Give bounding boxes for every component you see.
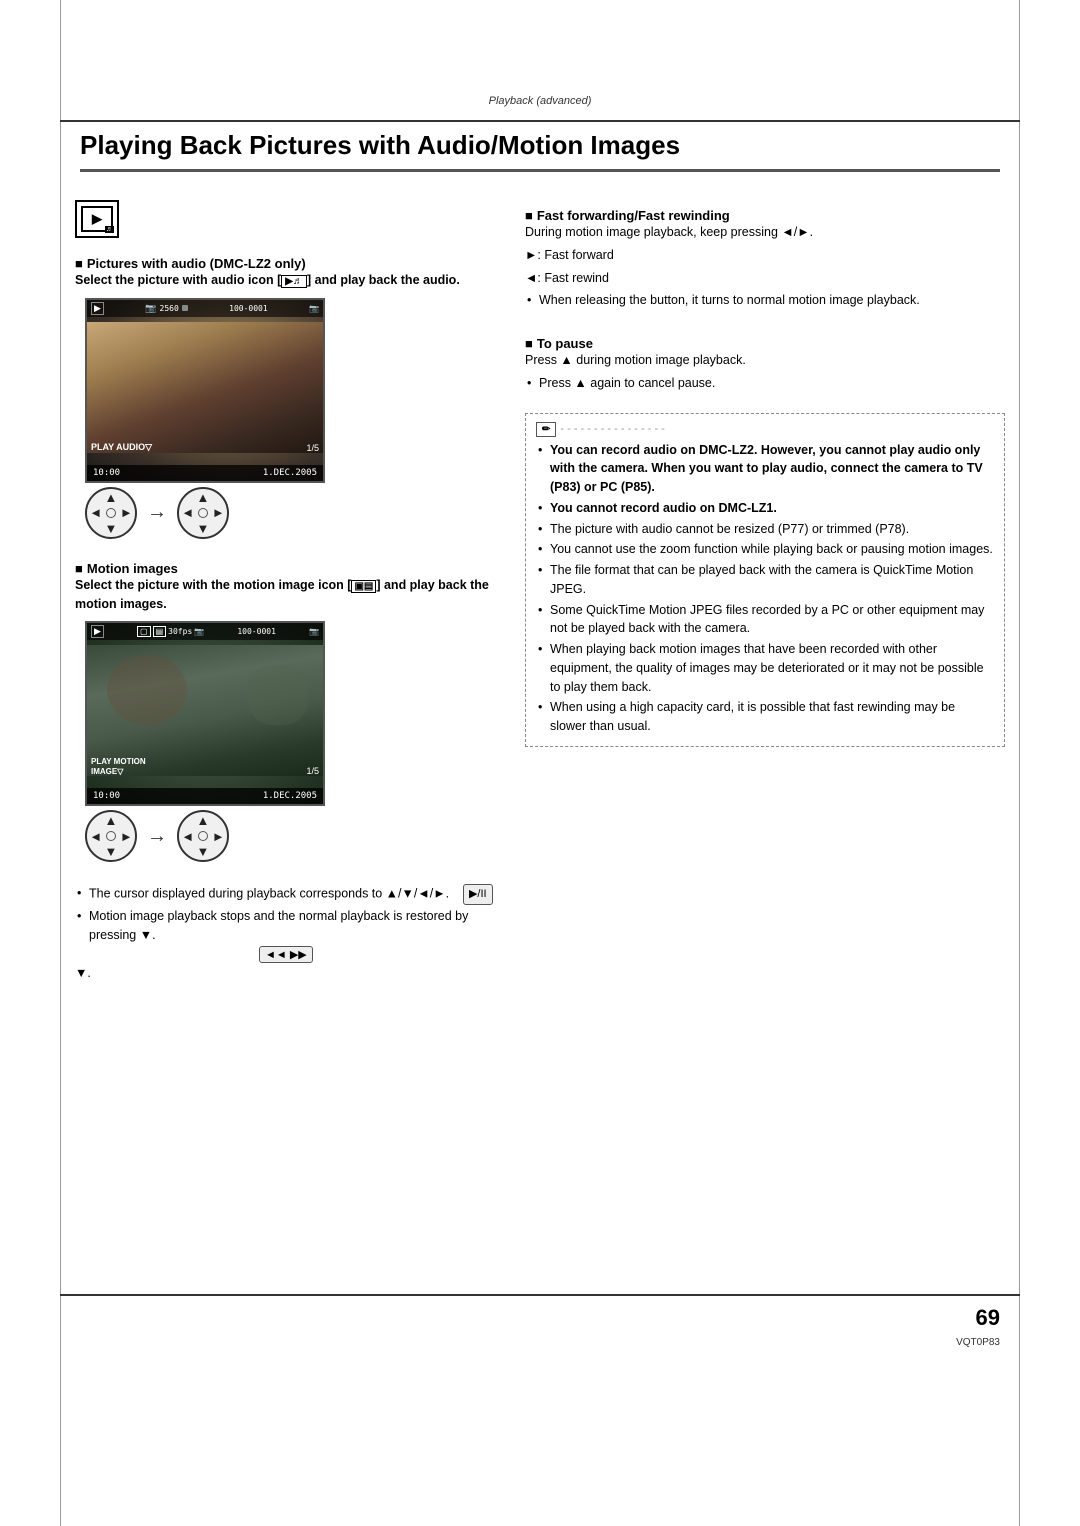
arrow-right-icon: → [147, 501, 167, 524]
motion-section-header: Motion images [75, 561, 495, 576]
cursor-note: The cursor displayed during playback cor… [75, 884, 495, 905]
ff-item-2: ◄: Fast rewind [525, 269, 1005, 288]
pause-notes: Press ▲ again to cancel pause. [525, 374, 1005, 393]
audio-camera-screen: ▶ 📷 2560 100-0001 📷 [85, 298, 325, 483]
audio-section-header: Pictures with audio (DMC-LZ2 only) [75, 256, 495, 271]
arrow-right-icon-2: → [147, 825, 167, 848]
audio-nav-circle-right[interactable]: ▲ ◄► ▼ [177, 487, 229, 539]
page-subtitle: Playback (advanced) [489, 95, 592, 107]
down-arrow-note: ◄◄ ▶▶ [89, 946, 495, 963]
motion-camera-screen: ▶ ▢ ▤ 30fps 📷 100-0001 📷 [85, 621, 325, 806]
audio-section: Pictures with audio (DMC-LZ2 only) Selec… [75, 256, 495, 539]
page-number: 69 [976, 1305, 1000, 1331]
motion-body-text: Select the picture with the motion image… [75, 576, 495, 614]
motion-stop-note: Motion image playback stops and the norm… [75, 907, 495, 945]
ff-notes: When releasing the button, it turns to n… [525, 291, 1005, 310]
note-item-2: You cannot record audio on DMC-LZ1. [536, 499, 994, 518]
product-code: VQT0P83 [956, 1337, 1000, 1348]
pause-section: To pause Press ▲ during motion image pla… [525, 328, 1005, 395]
note-item-8: When using a high capacity card, it is p… [536, 698, 994, 736]
audio-nav-buttons: ▲ ◄► ▼ → ▲ ◄► ▼ [85, 487, 495, 539]
ff-rw-icon: ◄◄ ▶▶ [259, 946, 313, 963]
bottom-rule [60, 1294, 1020, 1296]
note-list: You can record audio on DMC-LZ2. However… [536, 441, 994, 736]
pause-header: To pause [525, 336, 1005, 351]
note-item-6: Some QuickTime Motion JPEG files recorde… [536, 601, 994, 639]
ff-item-1: ►: Fast forward [525, 246, 1005, 265]
motion-section: Motion images Select the picture with th… [75, 561, 495, 863]
down-v-note: ▼. [75, 966, 495, 980]
motion-screen-bg: ▶ ▢ ▤ 30fps 📷 100-0001 📷 [87, 623, 323, 804]
left-notes: The cursor displayed during playback cor… [75, 884, 495, 980]
playback-ctrl-icon: ▶/II [463, 884, 493, 905]
fast-forward-section: Fast forwarding/Fast rewinding During mo… [525, 200, 1005, 312]
note-icon: ✏ [536, 422, 556, 437]
content-area: ▶ ♬ Pictures with audio (DMC-LZ2 only) S… [75, 200, 1005, 1286]
pause-cancel-note: Press ▲ again to cancel pause. [525, 374, 1005, 393]
left-column: ▶ ♬ Pictures with audio (DMC-LZ2 only) S… [75, 200, 495, 1286]
ff-release-note: When releasing the button, it turns to n… [525, 291, 1005, 310]
motion-nav-circle-right[interactable]: ▲ ◄► ▼ [177, 810, 229, 862]
note-item-4: You cannot use the zoom function while p… [536, 540, 994, 559]
audio-nav-circle-left[interactable]: ▲ ◄► ▼ [85, 487, 137, 539]
note-item-7: When playing back motion images that hav… [536, 640, 994, 696]
motion-nav-buttons: ▲ ◄► ▼ → ▲ ◄► ▼ [85, 810, 495, 862]
right-column: Fast forwarding/Fast rewinding During mo… [525, 200, 1005, 1286]
left-border [60, 0, 61, 1526]
audio-screen-bg: ▶ 📷 2560 100-0001 📷 [87, 300, 323, 481]
note-item-1: You can record audio on DMC-LZ2. However… [536, 441, 994, 497]
note-box: ✏ - - - - - - - - - - - - - - - - You ca… [525, 413, 1005, 747]
audio-body-text: Select the picture with audio icon [▶♬] … [75, 271, 495, 290]
pause-line1: Press ▲ during motion image playback. [525, 351, 1005, 370]
audio-playback-icon: ▶ ♬ [75, 200, 119, 238]
top-rule [60, 120, 1020, 122]
note-item-5: The file format that can be played back … [536, 561, 994, 599]
fast-forward-header: Fast forwarding/Fast rewinding [525, 208, 1005, 223]
ff-intro: During motion image playback, keep press… [525, 223, 1005, 242]
right-border [1019, 0, 1020, 1526]
page-container: Playback (advanced) Playing Back Picture… [0, 0, 1080, 1526]
motion-nav-circle-left[interactable]: ▲ ◄► ▼ [85, 810, 137, 862]
page-title: Playing Back Pictures with Audio/Motion … [80, 130, 1000, 172]
left-bullet-list: The cursor displayed during playback cor… [75, 884, 495, 944]
note-item-3: The picture with audio cannot be resized… [536, 520, 994, 539]
